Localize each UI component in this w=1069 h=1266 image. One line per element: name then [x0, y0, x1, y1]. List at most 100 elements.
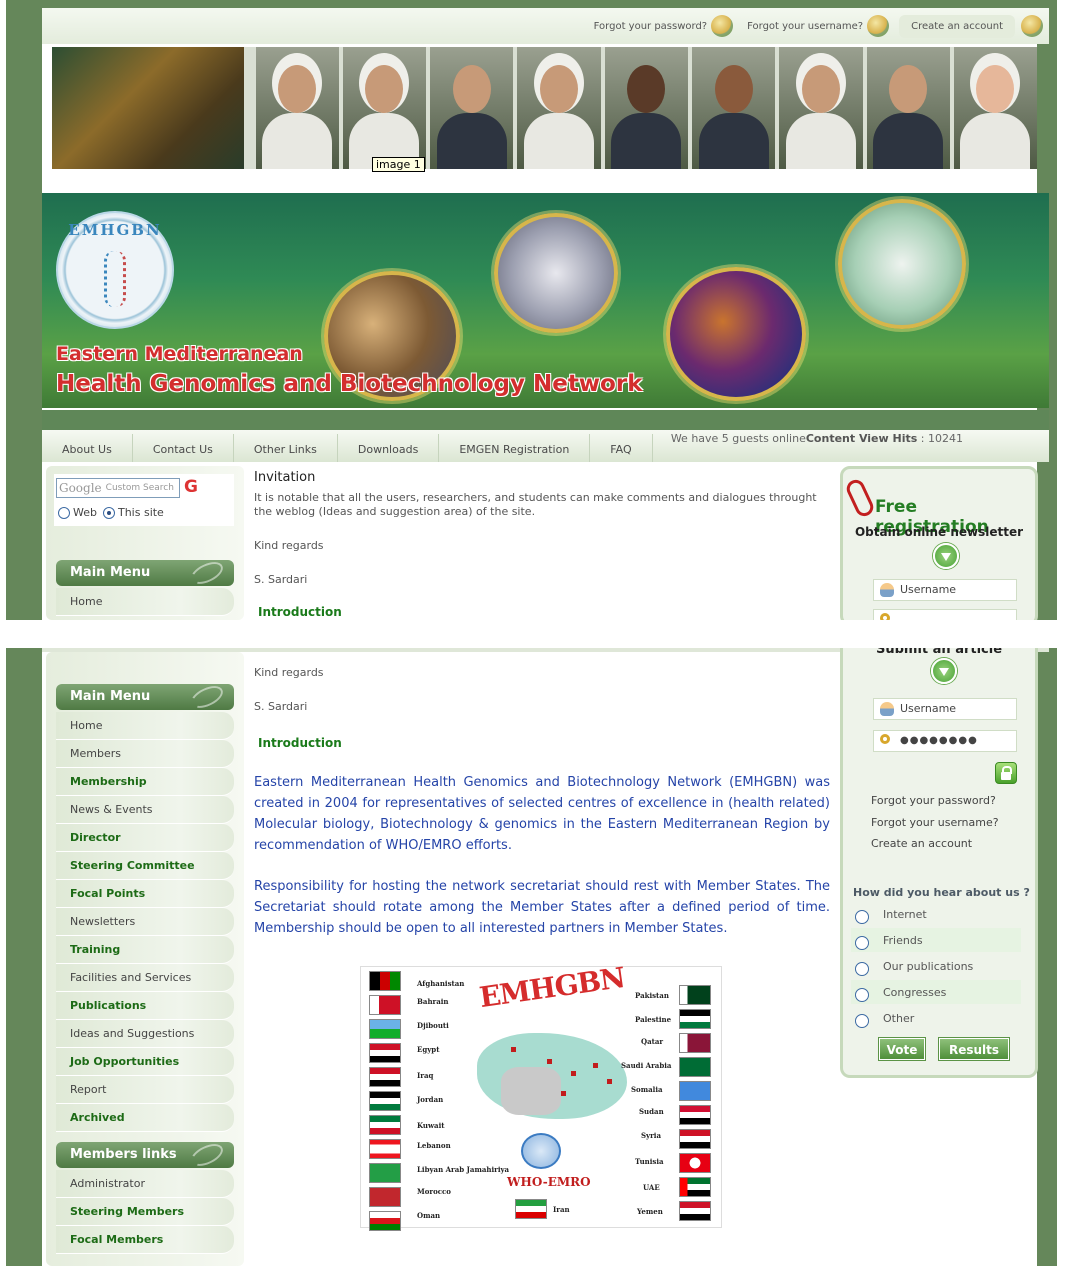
flag-egypt: [369, 1043, 401, 1063]
forgot-username-link[interactable]: Forgot your username?: [871, 816, 999, 829]
screenshot-bottom: Main Menu Home Members Membership News &…: [0, 648, 1069, 1266]
country-label: Egypt: [417, 1045, 440, 1054]
nav-emgen-registration[interactable]: EMGEN Registration: [439, 434, 591, 462]
main-menu-list: Home Members Membership News & Events Di…: [56, 712, 234, 1132]
user-icon: [1021, 15, 1043, 37]
main-nav: About Us Contact Us Other Links Download…: [42, 430, 1049, 462]
intro-title: Introduction: [258, 736, 342, 750]
country-label: Kuwait: [417, 1121, 445, 1130]
flag-djibouti: [369, 1019, 401, 1039]
country-label: Syria: [641, 1131, 662, 1140]
menu-item-job-opportunities[interactable]: Job Opportunities: [56, 1048, 234, 1076]
login-lock-button[interactable]: [995, 762, 1017, 784]
radio-icon: [855, 910, 869, 924]
country-label: Yemen: [637, 1207, 663, 1216]
nav-other-links[interactable]: Other Links: [234, 434, 338, 462]
menu-item-facilities[interactable]: Facilities and Services: [56, 964, 234, 992]
forgot-username-link[interactable]: Forgot your username?: [743, 13, 893, 39]
country-label: Morocco: [417, 1187, 451, 1196]
poll-option-label: Friends: [883, 933, 923, 947]
menu-item-home[interactable]: Home: [56, 588, 234, 616]
radio-this-site[interactable]: This site: [102, 506, 164, 519]
menu-item-publications[interactable]: Publications: [56, 992, 234, 1020]
registration-panel: Free registration Obtain online newslett…: [840, 466, 1038, 620]
username-field[interactable]: Username: [873, 698, 1017, 720]
results-button[interactable]: Results: [939, 1038, 1009, 1060]
forgot-password-link[interactable]: Forgot your password?: [590, 13, 737, 39]
menu-item-steering-members[interactable]: Steering Members: [56, 1198, 234, 1226]
username-placeholder: Username: [900, 702, 957, 715]
banner-title-line1: Eastern Mediterranean: [56, 343, 303, 365]
create-account-link[interactable]: Create an account: [899, 14, 1015, 38]
country-label: UAE: [643, 1183, 660, 1192]
poll-option-internet[interactable]: Internet: [851, 902, 1021, 926]
search-input[interactable]: Google Custom Search: [56, 478, 180, 498]
menu-item-steering-committee[interactable]: Steering Committee: [56, 852, 234, 880]
arrow-down-icon: [933, 543, 959, 569]
photo: [604, 47, 688, 169]
radio-icon: [855, 988, 869, 1002]
key-badge-icon: [711, 15, 734, 37]
map-title: EMHGBN: [477, 961, 627, 1014]
menu-item-training[interactable]: Training: [56, 936, 234, 964]
newsletter-label: Obtain online newsletter: [854, 525, 1024, 539]
country-label: Palestine: [635, 1015, 672, 1024]
login-panel: Submit an article Username ●●●●●●●● Forg…: [840, 648, 1038, 1078]
photo: [342, 47, 427, 169]
password-field[interactable]: [873, 609, 1017, 620]
poll-option-other[interactable]: Other: [851, 1006, 1021, 1030]
radio-web[interactable]: Web: [58, 506, 97, 519]
user-icon: [880, 583, 894, 597]
radio-site-label: This site: [117, 506, 164, 519]
password-field[interactable]: ●●●●●●●●: [873, 730, 1017, 752]
map-marker: [561, 1091, 566, 1096]
flag-tunisia: [679, 1153, 711, 1173]
country-label: Djibouti: [417, 1021, 449, 1030]
country-label: Sudan: [639, 1107, 664, 1116]
nav-about-us[interactable]: About Us: [42, 434, 133, 462]
menu-item-focal-points[interactable]: Focal Points: [56, 880, 234, 908]
menu-item-news-events[interactable]: News & Events: [56, 796, 234, 824]
menu-item-home[interactable]: Home: [56, 712, 234, 740]
poll-option-label: Congresses: [883, 985, 947, 999]
photo-strip: [52, 47, 1038, 169]
menu-item-focal-members[interactable]: Focal Members: [56, 1226, 234, 1254]
paperclip-icon: [843, 476, 877, 520]
radio-icon: [58, 507, 70, 519]
flag-bahrain: [369, 995, 401, 1015]
poll-option-publications[interactable]: Our publications: [851, 954, 1021, 978]
invitation-title: Invitation: [254, 470, 316, 485]
search-scope: Web This site: [58, 506, 164, 519]
forgot-username-label: Forgot your username?: [747, 20, 864, 32]
create-account-link[interactable]: Create an account: [871, 837, 972, 850]
menu-item-report[interactable]: Report: [56, 1076, 234, 1104]
menu-item-director[interactable]: Director: [56, 824, 234, 852]
menu-item-ideas[interactable]: Ideas and Suggestions: [56, 1020, 234, 1048]
ribbon-icon: [867, 15, 890, 37]
radio-selected-icon: [102, 507, 115, 519]
forgot-password-link[interactable]: Forgot your password?: [871, 794, 996, 807]
radio-web-label: Web: [73, 506, 97, 519]
emhgbn-member-map: EMHGBN WHO-EMRO Afghanistan Bahrain Djib…: [360, 961, 722, 1231]
main-menu-title: Main Menu: [70, 565, 151, 580]
banner-circle-image: [494, 213, 618, 333]
menu-item-members[interactable]: Members: [56, 740, 234, 768]
nav-downloads[interactable]: Downloads: [338, 434, 440, 462]
poll-option-label: Other: [883, 1011, 915, 1025]
main-menu-header: Main Menu: [56, 681, 234, 713]
poll-option-friends[interactable]: Friends: [851, 928, 1021, 952]
menu-item-administrator[interactable]: Administrator: [56, 1170, 234, 1198]
username-field[interactable]: Username: [873, 579, 1017, 601]
menu-item-membership[interactable]: Membership: [56, 768, 234, 796]
intro-paragraph-2: Responsibility for hosting the network s…: [254, 879, 830, 936]
vote-button[interactable]: Vote: [879, 1038, 925, 1060]
nav-faq[interactable]: FAQ: [590, 434, 653, 462]
nav-contact-us[interactable]: Contact Us: [133, 434, 234, 462]
menu-item-archived[interactable]: Archived: [56, 1104, 234, 1132]
search-button[interactable]: G: [184, 477, 198, 497]
leaf-icon: [187, 681, 227, 713]
intro-title: Introduction: [258, 605, 342, 619]
menu-item-newsletters[interactable]: Newsletters: [56, 908, 234, 936]
poll-option-congresses[interactable]: Congresses: [851, 980, 1021, 1004]
main-content: Kind regards S. Sardari Introduction Eas…: [254, 666, 830, 939]
